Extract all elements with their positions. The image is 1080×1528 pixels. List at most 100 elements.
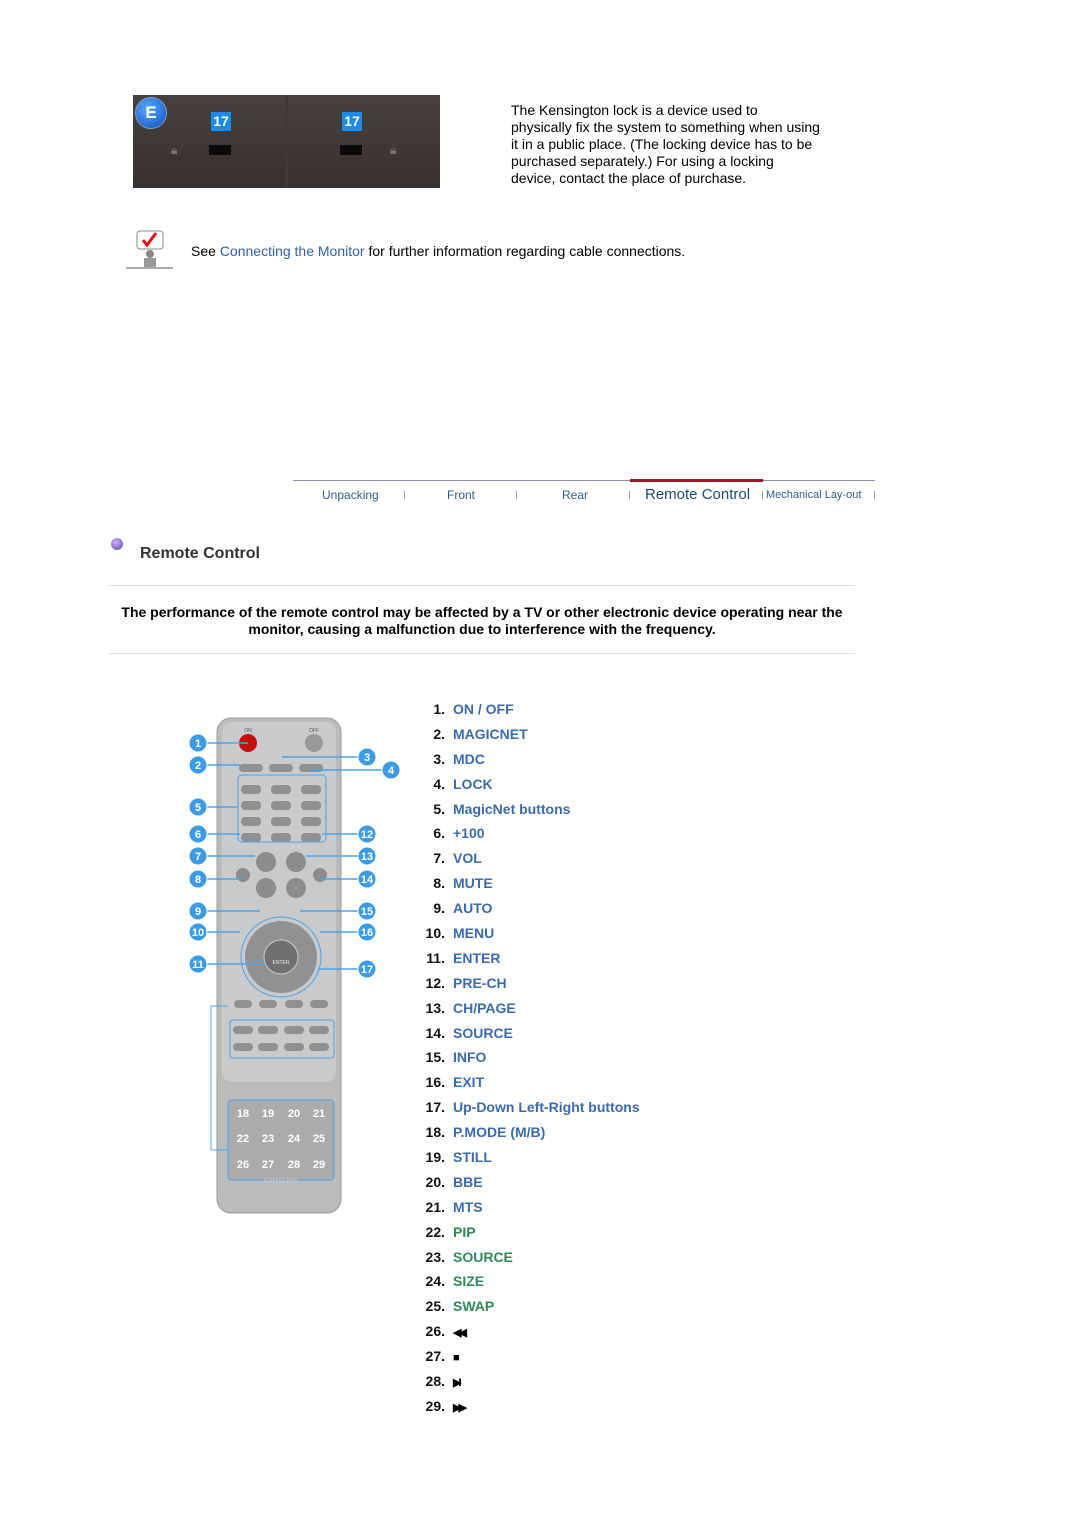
list-item: 12. PRE-CH bbox=[418, 974, 640, 999]
lock-icon: 🔒︎ bbox=[390, 143, 397, 157]
item-number: 19. bbox=[425, 1149, 445, 1166]
divider bbox=[109, 585, 855, 586]
pmode-row-button bbox=[234, 1000, 252, 1008]
item-label: P.MODE (M/B) bbox=[453, 1124, 546, 1141]
list-item: 10. MENU bbox=[418, 924, 640, 949]
magicnet-row-button bbox=[239, 764, 263, 772]
pip-row-button bbox=[309, 1043, 329, 1051]
tab-mechanical-layout[interactable]: Mechanical Lay-out bbox=[766, 489, 861, 501]
list-item: 4. LOCK bbox=[418, 775, 640, 800]
kensington-slot bbox=[340, 145, 362, 155]
item-number: 6. bbox=[433, 825, 445, 842]
list-item: 1. ON / OFF bbox=[418, 700, 640, 725]
bottom-button-label: 20 bbox=[288, 1108, 300, 1120]
item-number: 7. bbox=[433, 850, 445, 867]
number-button bbox=[241, 833, 261, 842]
list-item: 28. ▶II bbox=[418, 1372, 640, 1397]
item-label: VOL bbox=[453, 850, 482, 867]
list-item: 22. PIP bbox=[418, 1223, 640, 1248]
item-number: 29. bbox=[425, 1397, 445, 1414]
number-button bbox=[271, 833, 291, 842]
item-number: 12. bbox=[425, 974, 445, 991]
callout-number: 12 bbox=[361, 829, 373, 841]
pip-row-button bbox=[258, 1026, 278, 1034]
lock-icon: 🔒︎ bbox=[171, 143, 178, 157]
tab-unpacking[interactable]: Unpacking bbox=[322, 488, 379, 502]
list-item: 27. ■ bbox=[418, 1347, 640, 1372]
item-label: LOCK bbox=[453, 775, 493, 792]
pmode-row-button bbox=[310, 1000, 328, 1008]
list-item: 16. EXIT bbox=[418, 1073, 640, 1098]
callout-number: 4 bbox=[388, 765, 395, 777]
tab-separator bbox=[874, 491, 875, 499]
tab-front[interactable]: Front bbox=[447, 488, 475, 502]
callout-number: 5 bbox=[195, 802, 201, 814]
list-item: 5. MagicNet buttons bbox=[418, 800, 640, 825]
number-button bbox=[241, 785, 261, 794]
callout-tag: 17 bbox=[342, 112, 362, 131]
bottom-button-label: 26 bbox=[237, 1159, 249, 1171]
item-label: INFO bbox=[453, 1049, 487, 1066]
item-label: SIZE bbox=[453, 1273, 485, 1290]
item-label: SOURCE bbox=[453, 1024, 513, 1041]
model-badge: E bbox=[135, 97, 167, 129]
list-item: 13. CH/PAGE bbox=[418, 999, 640, 1024]
vol-ch-button bbox=[256, 878, 276, 898]
item-label: Up-Down Left-Right buttons bbox=[453, 1099, 640, 1116]
item-label: EXIT bbox=[453, 1074, 485, 1091]
bottom-button-label: 24 bbox=[288, 1133, 301, 1145]
number-button bbox=[241, 801, 261, 810]
callout-number: 14 bbox=[361, 874, 374, 886]
pmode-row-button bbox=[259, 1000, 277, 1008]
item-label: PIP bbox=[453, 1223, 476, 1240]
list-item: 19. STILL bbox=[418, 1148, 640, 1173]
rewind-icon: ◀◀ bbox=[453, 1327, 467, 1340]
item-label: ON / OFF bbox=[453, 701, 514, 717]
bottom-button-label: 21 bbox=[313, 1108, 325, 1120]
item-number: 15. bbox=[425, 1049, 445, 1066]
callout-number: 13 bbox=[361, 851, 373, 863]
pmode-row-button bbox=[285, 1000, 303, 1008]
list-item: 17. Up-Down Left-Right buttons bbox=[418, 1098, 640, 1123]
pip-row-button bbox=[284, 1043, 304, 1051]
list-item: 29. ▶▶ bbox=[418, 1397, 640, 1422]
pip-row-button bbox=[309, 1026, 329, 1034]
tab-rear[interactable]: Rear bbox=[562, 488, 588, 502]
bottom-button-label: 23 bbox=[262, 1133, 274, 1145]
kensington-lock-photo: E 17 🔒︎ 17 🔒︎ bbox=[133, 95, 440, 188]
note-icon bbox=[126, 230, 173, 269]
number-button bbox=[271, 801, 291, 810]
brand-label: SAMSUNG bbox=[263, 1178, 298, 1185]
item-number: 3. bbox=[433, 750, 445, 767]
item-label: +100 bbox=[453, 825, 485, 842]
section-bullet-icon bbox=[111, 538, 123, 550]
bottom-button-label: 22 bbox=[237, 1133, 249, 1145]
item-number: 2. bbox=[433, 725, 445, 742]
item-label: AUTO bbox=[453, 900, 493, 917]
item-label: CH/PAGE bbox=[453, 999, 516, 1016]
active-tab-indicator bbox=[630, 479, 763, 482]
monitor-rear-right: 17 🔒︎ bbox=[288, 95, 440, 188]
tab-remote-control[interactable]: Remote Control bbox=[645, 486, 750, 503]
connecting-monitor-link[interactable]: Connecting the Monitor bbox=[220, 243, 365, 259]
callout-number: 17 bbox=[361, 964, 373, 976]
tab-separator bbox=[629, 491, 630, 499]
item-label: MagicNet buttons bbox=[453, 800, 571, 817]
note-prefix: See bbox=[191, 243, 220, 259]
callout-number: 6 bbox=[195, 829, 201, 841]
kensington-slot bbox=[209, 145, 231, 155]
item-number: 22. bbox=[425, 1223, 445, 1240]
item-number: 1. bbox=[433, 701, 445, 717]
stop-icon: ■ bbox=[453, 1352, 459, 1365]
item-label: MDC bbox=[453, 750, 485, 767]
play-pause-icon: ▶II bbox=[453, 1377, 461, 1390]
divider bbox=[109, 653, 855, 654]
item-label: ENTER bbox=[453, 949, 501, 966]
item-number: 20. bbox=[425, 1173, 445, 1190]
item-label: SWAP bbox=[453, 1298, 495, 1315]
list-item: 21. MTS bbox=[418, 1198, 640, 1223]
list-item: 6. +100 bbox=[418, 824, 640, 849]
vol-ch-button bbox=[256, 852, 276, 872]
item-number: 21. bbox=[425, 1198, 445, 1215]
item-label: MENU bbox=[453, 925, 495, 942]
